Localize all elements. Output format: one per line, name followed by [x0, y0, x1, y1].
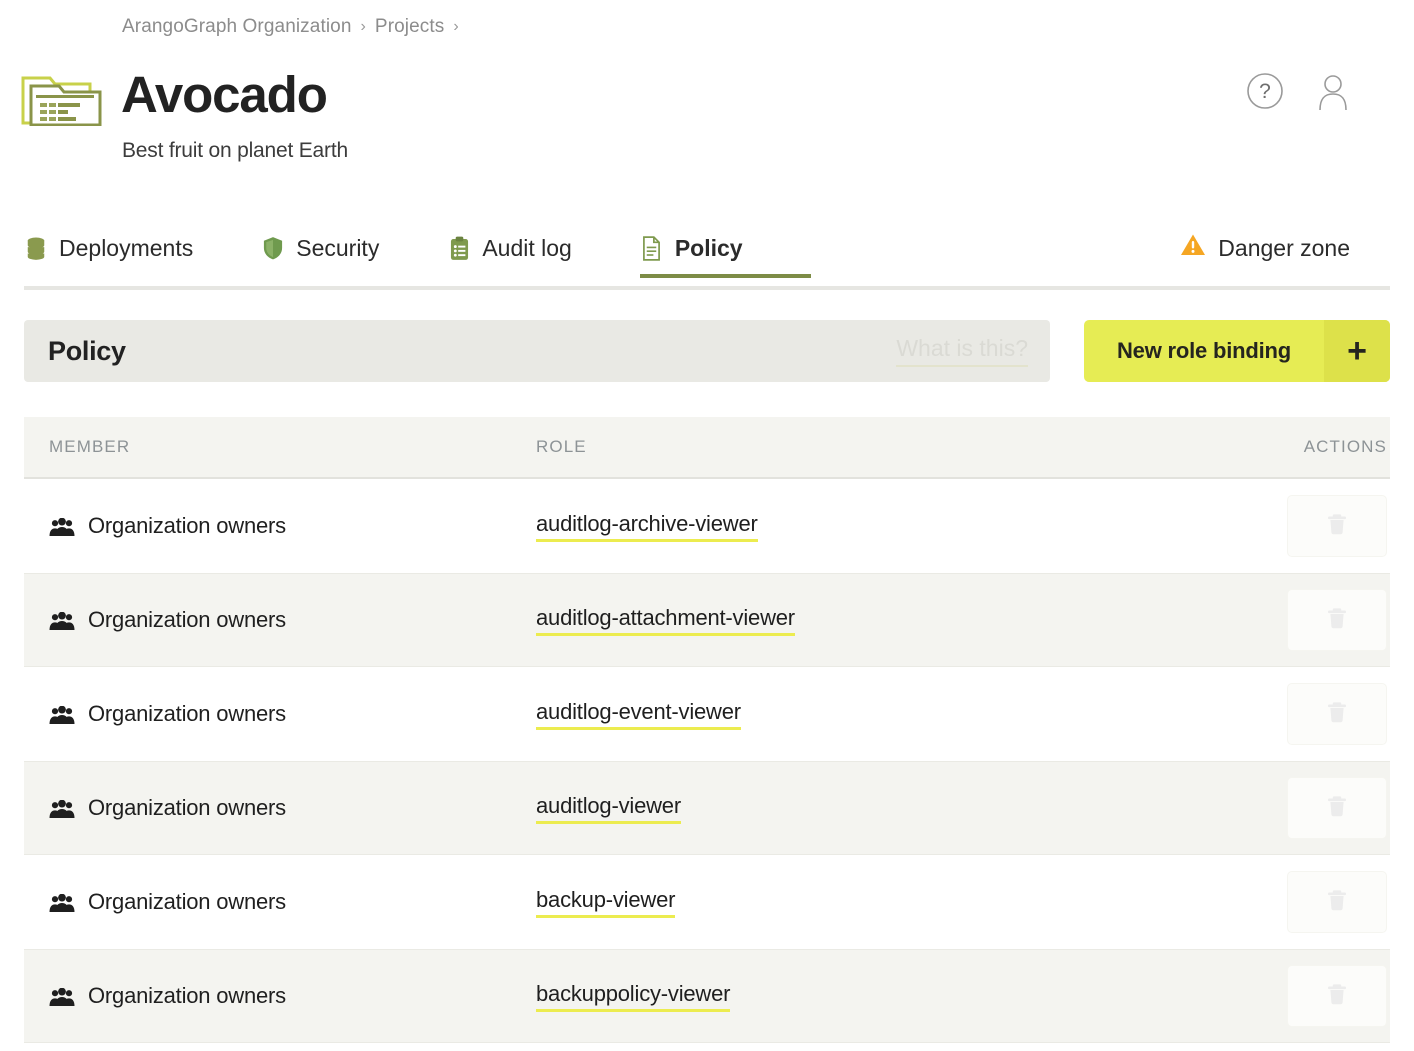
users-group-icon [49, 611, 75, 630]
trash-icon [1326, 700, 1348, 729]
role-link[interactable]: auditlog-archive-viewer [536, 511, 758, 542]
role-cell: backup-viewer [536, 887, 1236, 918]
role-cell: auditlog-event-viewer [536, 699, 1236, 730]
warning-triangle-icon [1180, 233, 1206, 263]
table-row: Organization owners auditlog-archive-view… [24, 479, 1390, 573]
member-name: Organization owners [88, 889, 286, 914]
member-cell: Organization owners [24, 889, 536, 915]
tab-deployments[interactable]: Deployments [24, 222, 193, 274]
role-cell: auditlog-viewer [536, 793, 1236, 824]
new-role-binding-button[interactable]: New role binding + [1084, 320, 1390, 382]
tab-deployments-label: Deployments [59, 234, 194, 261]
delete-role-binding-button[interactable] [1287, 871, 1387, 933]
tab-danger-zone[interactable]: Danger zone [1180, 222, 1350, 274]
tab-audit-log-wrapper: Audit log [447, 222, 640, 274]
delete-role-binding-button[interactable] [1287, 589, 1387, 651]
column-header-member: MEMBER [49, 437, 131, 456]
database-icon [24, 235, 48, 261]
tab-danger-zone-label: Danger zone [1218, 234, 1350, 261]
delete-role-binding-button[interactable] [1287, 777, 1387, 839]
tab-security-label: Security [296, 234, 380, 261]
users-group-icon [49, 517, 75, 536]
users-group-icon [49, 705, 75, 724]
table-body: Organization owners auditlog-archive-view… [24, 479, 1390, 1043]
tab-policy-wrapper: Policy [640, 222, 811, 274]
member-name: Organization owners [88, 513, 286, 538]
member-name: Organization owners [88, 701, 286, 726]
table-row: Organization owners auditlog-viewer [24, 761, 1390, 855]
role-link[interactable]: auditlog-attachment-viewer [536, 605, 795, 636]
member-cell: Organization owners [24, 983, 536, 1009]
tab-policy-label: Policy [674, 234, 743, 261]
top-right-actions: ? [1246, 72, 1352, 111]
breadcrumb-item-projects[interactable]: Projects [375, 16, 444, 38]
actions-cell [1236, 589, 1390, 651]
table-row: Organization owners backup-viewer [24, 855, 1390, 949]
delete-role-binding-button[interactable] [1287, 965, 1387, 1027]
page-title: Avocado [121, 66, 328, 123]
what-is-this-link[interactable]: What is this? [896, 335, 1028, 367]
users-group-icon [49, 799, 75, 818]
member-cell: Organization owners [24, 701, 536, 727]
member-name: Organization owners [88, 983, 286, 1008]
role-cell: backuppolicy-viewer [536, 981, 1236, 1012]
table-row: Organization owners auditlog-attachment-v… [24, 573, 1390, 667]
trash-icon [1326, 982, 1348, 1011]
folder-icon [20, 68, 112, 127]
breadcrumb-item-organization[interactable]: ArangoGraph Organization [122, 16, 351, 38]
breadcrumb-separator-icon: › [360, 18, 366, 35]
users-group-icon [49, 893, 75, 912]
table-header-row: MEMBER ROLE ACTIONS [24, 417, 1390, 479]
users-group-icon [49, 987, 75, 1006]
member-cell: Organization owners [24, 607, 536, 633]
actions-cell [1236, 871, 1390, 933]
role-cell: auditlog-attachment-viewer [536, 605, 1236, 636]
help-circle-icon[interactable]: ? [1246, 72, 1284, 110]
role-link[interactable]: auditlog-event-viewer [536, 699, 741, 730]
shield-icon [261, 235, 285, 261]
actions-cell [1236, 965, 1390, 1027]
document-icon [640, 235, 664, 261]
member-name: Organization owners [88, 795, 286, 820]
trash-icon [1326, 888, 1348, 917]
tab-policy[interactable]: Policy [640, 222, 743, 274]
clipboard-list-icon [447, 235, 471, 261]
column-header-role: ROLE [536, 437, 587, 456]
tab-audit-log[interactable]: Audit log [447, 222, 572, 274]
trash-icon [1326, 606, 1348, 635]
breadcrumb-separator-icon: › [453, 18, 459, 35]
policy-panel-header: Policy What is this? [24, 320, 1050, 382]
trash-icon [1326, 794, 1348, 823]
actions-cell [1236, 495, 1390, 557]
trash-icon [1326, 512, 1348, 541]
role-link[interactable]: auditlog-viewer [536, 793, 681, 824]
column-header-actions: ACTIONS [1303, 437, 1387, 456]
breadcrumb: ArangoGraph Organization › Projects › [122, 16, 459, 38]
tab-bar: Deployments Security Audit log Policy Da… [24, 222, 1390, 290]
new-role-binding-label: New role binding [1116, 338, 1292, 363]
tab-security[interactable]: Security [261, 222, 379, 274]
table-row: Organization owners auditlog-event-viewer [24, 667, 1390, 761]
delete-role-binding-button[interactable] [1287, 683, 1387, 745]
member-cell: Organization owners [24, 513, 536, 539]
table-row: Organization owners backuppolicy-viewer [24, 949, 1390, 1043]
member-cell: Organization owners [24, 795, 536, 821]
actions-cell [1236, 683, 1390, 745]
plus-icon: + [1324, 320, 1390, 382]
actions-cell [1236, 777, 1390, 839]
tab-audit-log-label: Audit log [482, 234, 572, 261]
role-link[interactable]: backuppolicy-viewer [536, 981, 730, 1012]
tab-security-wrapper: Security [261, 222, 447, 274]
delete-role-binding-button[interactable] [1287, 495, 1387, 557]
role-cell: auditlog-archive-viewer [536, 511, 1236, 542]
policy-table: MEMBER ROLE ACTIONS Organization owners a… [24, 417, 1390, 1043]
role-link[interactable]: backup-viewer [536, 887, 675, 918]
member-name: Organization owners [88, 607, 286, 632]
project-description: Best fruit on planet Earth [122, 139, 348, 162]
policy-panel-title: Policy [48, 335, 126, 366]
svg-text:?: ? [1259, 80, 1271, 103]
tab-deployments-wrapper: Deployments [24, 222, 261, 274]
user-account-icon[interactable] [1314, 72, 1352, 111]
